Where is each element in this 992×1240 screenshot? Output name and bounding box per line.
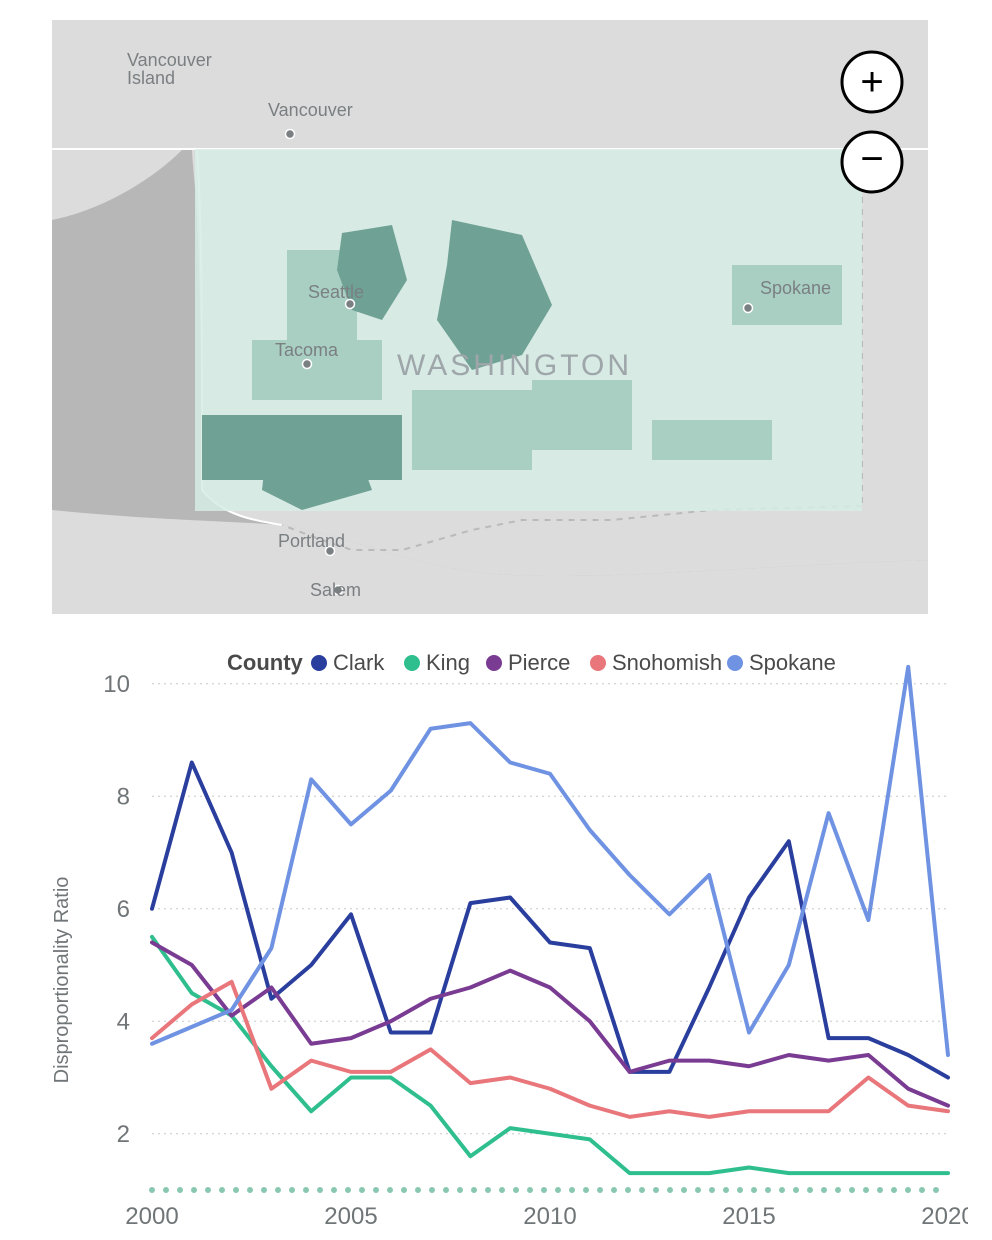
legend-dot-king[interactable]: [404, 655, 420, 671]
legend-label-pierce[interactable]: Pierce: [508, 650, 570, 675]
county-mid-2[interactable]: [532, 380, 632, 450]
y-tick-4: 4: [117, 1008, 130, 1035]
x-tick-2005: 2005: [324, 1203, 377, 1230]
y-axis-title: Disproportionality Ratio: [52, 877, 73, 1084]
minus-icon: −: [860, 137, 883, 181]
y-tick-10: 10: [103, 671, 130, 698]
city-label-salem: Salem: [310, 580, 361, 600]
legend-label-clark[interactable]: Clark: [333, 650, 385, 675]
city-label-tacoma: Tacoma: [275, 340, 339, 360]
city-label-seattle: Seattle: [308, 282, 364, 302]
legend-title: County: [227, 650, 304, 675]
legend-dot-pierce[interactable]: [486, 655, 502, 671]
plus-icon: +: [860, 60, 883, 104]
y-tick-6: 6: [117, 896, 130, 923]
legend-dot-clark[interactable]: [311, 655, 327, 671]
city-label-portland: Portland: [278, 531, 345, 551]
legend-dot-spokane[interactable]: [727, 655, 743, 671]
zoom-out-button[interactable]: −: [842, 132, 902, 192]
county-mid-3[interactable]: [652, 420, 772, 460]
washington-map[interactable]: WASHINGTON VancouverIslandVancouverSeatt…: [52, 20, 928, 614]
city-dot-vancouver[interactable]: [286, 130, 295, 139]
series-king[interactable]: [152, 937, 948, 1173]
city-label-vancouver: Vancouver: [268, 100, 353, 120]
map-state-label: WASHINGTON: [397, 349, 632, 382]
legend-label-snohomish[interactable]: Snohomish: [612, 650, 722, 675]
legend-label-king[interactable]: King: [426, 650, 470, 675]
legend-label-spokane[interactable]: Spokane: [749, 650, 836, 675]
y-tick-8: 8: [117, 783, 130, 810]
y-tick-2: 2: [117, 1121, 130, 1148]
city-label-vancouver-island: Vancouver: [127, 50, 212, 70]
city-dot-tacoma[interactable]: [303, 360, 312, 369]
city-label-spokane: Spokane: [760, 278, 831, 298]
city-dot-spokane[interactable]: [744, 304, 753, 313]
chart-legend: County Clark King Pierce Snohomish Spokane: [227, 650, 836, 675]
series-snohomish[interactable]: [152, 982, 948, 1117]
legend-dot-snohomish[interactable]: [590, 655, 606, 671]
county-mid-1[interactable]: [412, 390, 532, 470]
series-pierce[interactable]: [152, 943, 948, 1106]
x-tick-2010: 2010: [523, 1203, 576, 1230]
x-tick-2020: 2020: [921, 1203, 968, 1230]
series-clark[interactable]: [152, 763, 948, 1078]
disproportionality-chart: Disproportionality Ratio 2 4 6 8 10 2000 2005…: [52, 640, 968, 1240]
x-tick-2015: 2015: [722, 1203, 775, 1230]
zoom-in-button[interactable]: +: [842, 52, 902, 112]
city-label-vancouver-island: Island: [127, 68, 175, 88]
x-tick-2000: 2000: [125, 1203, 178, 1230]
